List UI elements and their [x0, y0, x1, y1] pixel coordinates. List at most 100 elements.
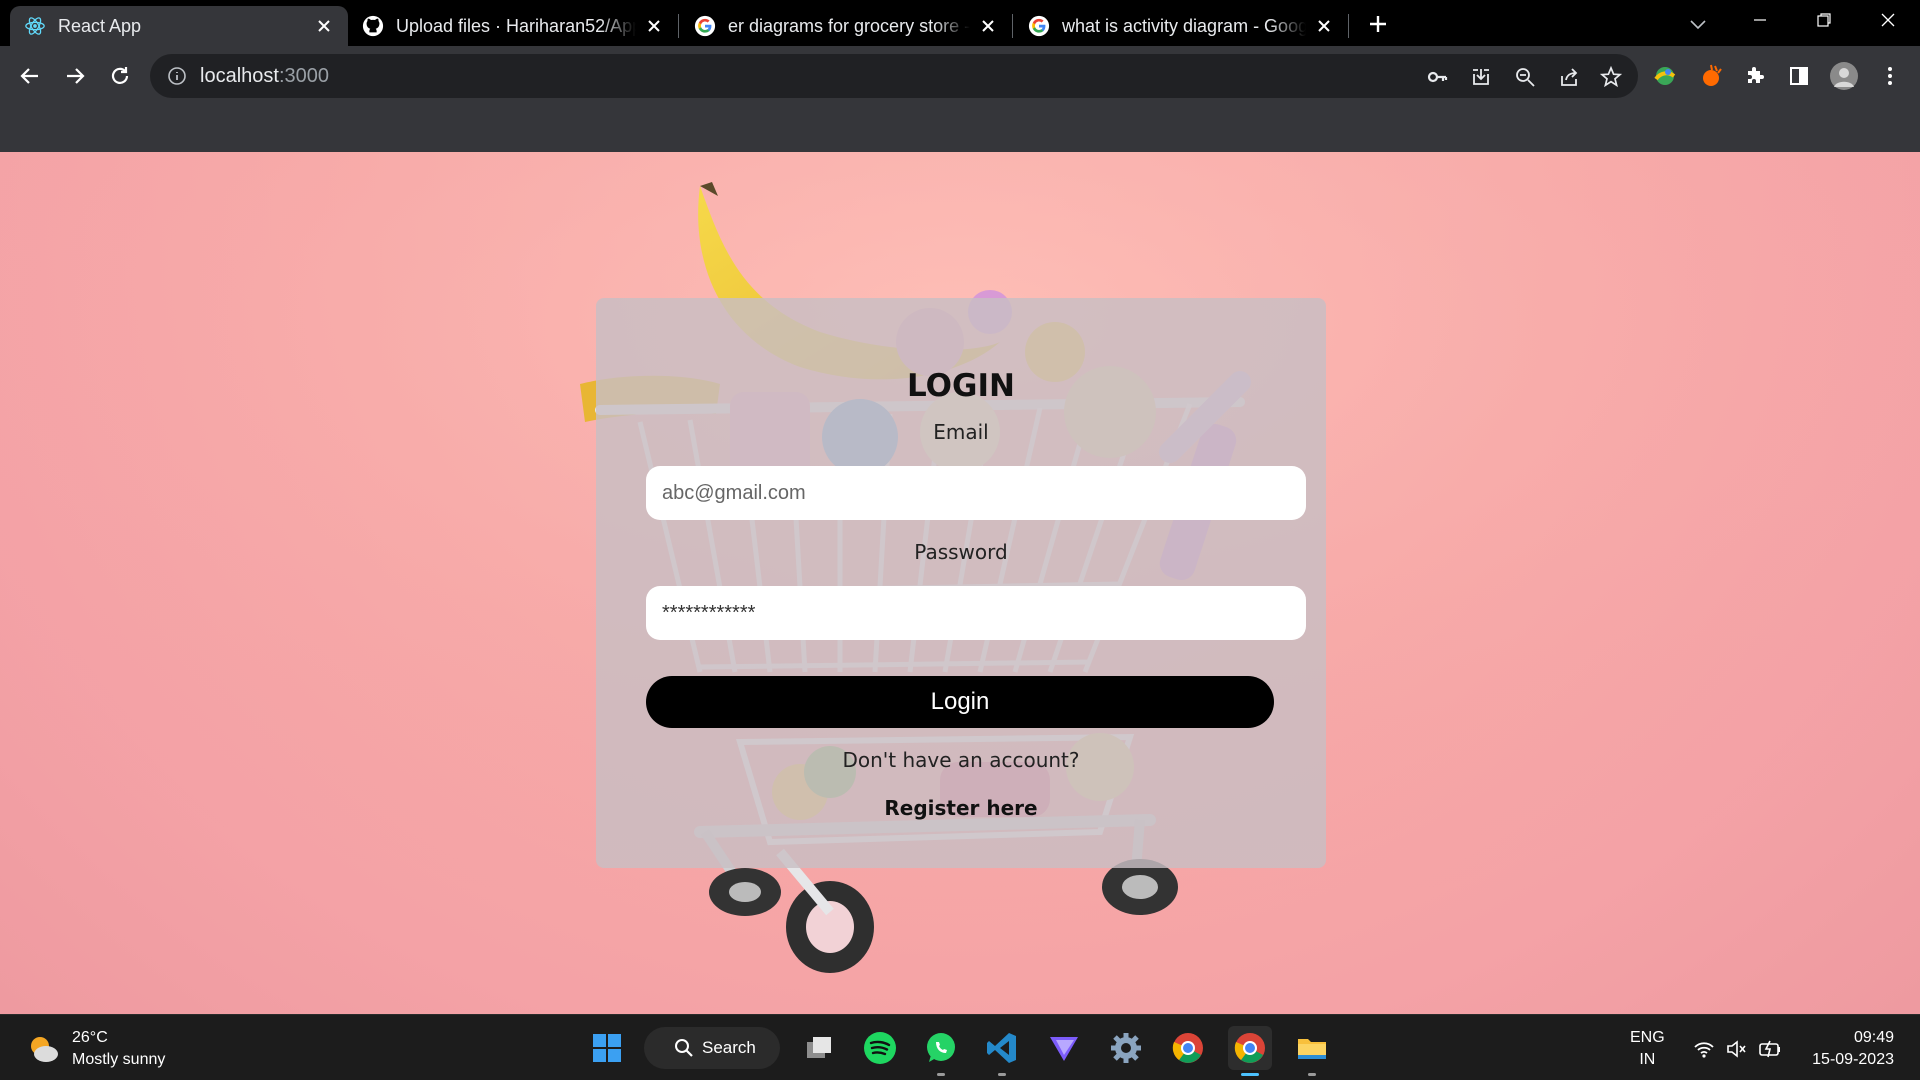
register-link[interactable]: Register here: [596, 796, 1326, 820]
weather-widget[interactable]: 26°C Mostly sunny: [26, 1027, 165, 1071]
reload-icon: [111, 67, 129, 84]
tab-er-diagrams[interactable]: er diagrams for grocery store - Google: [680, 6, 1012, 46]
windows-taskbar: 26°C Mostly sunny Search ENG IN 09:49 15…: [0, 1014, 1920, 1080]
tab-divider: [678, 14, 679, 38]
clock-date: 15-09-2023: [1812, 1051, 1894, 1068]
vscode-app[interactable]: [980, 1026, 1024, 1076]
weather-temperature: 26°C: [72, 1029, 108, 1046]
bookmark-star-icon[interactable]: [1596, 62, 1626, 92]
chrome-icon: [1234, 1033, 1265, 1063]
new-tab-button[interactable]: [1362, 8, 1394, 40]
running-indicator: [998, 1073, 1006, 1076]
wifi-icon[interactable]: [1692, 1037, 1716, 1061]
share-icon[interactable]: [1554, 62, 1584, 92]
no-account-text: Don't have an account?: [842, 748, 1080, 772]
chevron-down-icon: [1690, 20, 1706, 30]
back-button[interactable]: [12, 58, 48, 94]
active-indicator: [1241, 1073, 1259, 1076]
browser-toolbar: localhost:3000: [0, 46, 1920, 106]
language-code: ENG: [1630, 1029, 1665, 1046]
battery-charging-icon[interactable]: [1758, 1037, 1782, 1061]
react-icon: [24, 15, 46, 37]
chrome-app[interactable]: [1166, 1026, 1210, 1070]
running-indicator: [937, 1073, 945, 1076]
partly-sunny-icon: [31, 1037, 58, 1062]
forward-button[interactable]: [57, 58, 93, 94]
vpn-app[interactable]: [1042, 1026, 1086, 1070]
tab-title: er diagrams for grocery store - Google: [728, 15, 970, 36]
tab-divider: [1348, 14, 1349, 38]
email-input[interactable]: [646, 466, 1306, 520]
close-icon: [1881, 13, 1895, 27]
address-bar[interactable]: localhost:3000: [150, 54, 1638, 98]
site-info-icon[interactable]: [166, 65, 188, 87]
windows-logo-icon: [593, 1034, 621, 1062]
url-port: :3000: [278, 64, 329, 87]
tab-close-icon[interactable]: [978, 16, 998, 36]
weather-description: Mostly sunny: [72, 1051, 166, 1068]
plus-icon: [1370, 16, 1386, 32]
login-page: LOGIN Email Password Login Don't have an…: [0, 152, 1920, 1014]
taskbar-search[interactable]: Search: [644, 1027, 780, 1069]
reload-button[interactable]: [102, 58, 138, 94]
login-button[interactable]: Login: [646, 676, 1274, 728]
extension-orange-icon[interactable]: [1694, 58, 1730, 94]
running-indicator: [1308, 1073, 1316, 1076]
language-indicator[interactable]: ENG IN: [1630, 1027, 1665, 1071]
tab-divider: [1012, 14, 1013, 38]
vscode-icon: [987, 1033, 1016, 1063]
settings-app[interactable]: [1104, 1026, 1148, 1070]
clock-time: 09:49: [1853, 1029, 1894, 1046]
tab-close-icon[interactable]: [1314, 16, 1334, 36]
extension-colorful-icon[interactable]: [1647, 58, 1683, 94]
key-icon[interactable]: [1422, 62, 1452, 92]
folder-icon: [1298, 1039, 1326, 1059]
search-icon: [674, 1038, 694, 1058]
tab-react-app[interactable]: React App: [10, 6, 348, 46]
spotify-app[interactable]: [858, 1026, 902, 1070]
arrow-right-icon: [67, 68, 85, 84]
task-view-button[interactable]: [797, 1026, 841, 1070]
spotify-icon: [864, 1032, 896, 1064]
url-text: localhost:3000: [200, 65, 329, 88]
tab-close-icon[interactable]: [644, 16, 664, 36]
profile-avatar[interactable]: [1826, 58, 1862, 94]
gear-icon: [1111, 1033, 1141, 1063]
start-button[interactable]: [585, 1026, 629, 1070]
zoom-out-icon[interactable]: [1510, 62, 1540, 92]
login-card: LOGIN Email Password Login Don't have an…: [596, 298, 1326, 868]
tab-search-button[interactable]: [1682, 8, 1714, 40]
whatsapp-app[interactable]: [919, 1026, 963, 1076]
proton-vpn-icon: [1050, 1037, 1078, 1061]
url-host: localhost: [200, 64, 279, 87]
password-label: Password: [914, 540, 1008, 564]
task-view-icon: [807, 1037, 831, 1058]
whatsapp-icon: [927, 1033, 955, 1062]
menu-kebab-icon[interactable]: [1872, 58, 1908, 94]
email-label: Email: [933, 420, 989, 444]
google-icon: [1028, 15, 1050, 37]
close-window-button[interactable]: [1856, 0, 1920, 40]
install-app-icon[interactable]: [1466, 62, 1496, 92]
search-label: Search: [702, 1038, 756, 1057]
google-icon: [694, 15, 716, 37]
login-title: LOGIN: [907, 368, 1015, 404]
volume-muted-icon[interactable]: [1724, 1037, 1748, 1061]
extensions-puzzle-icon[interactable]: [1737, 58, 1773, 94]
tab-title: Upload files · Hariharan52/AppDev: [396, 15, 636, 36]
minimize-icon: [1754, 19, 1766, 21]
tab-activity-diagram[interactable]: what is activity diagram - Google Search: [1014, 6, 1348, 46]
arrow-left-icon: [20, 68, 38, 84]
file-explorer-app[interactable]: [1290, 1026, 1334, 1076]
tab-close-icon[interactable]: [314, 16, 334, 36]
browser-tab-strip: React App Upload files · Hariharan52/App…: [0, 0, 1920, 46]
restore-button[interactable]: [1792, 0, 1856, 40]
github-icon: [362, 15, 384, 37]
minimize-button[interactable]: [1728, 0, 1792, 40]
restore-icon: [1817, 13, 1831, 27]
side-panel-icon[interactable]: [1781, 58, 1817, 94]
tab-upload-files[interactable]: Upload files · Hariharan52/AppDev: [348, 6, 678, 46]
system-clock[interactable]: 09:49 15-09-2023: [1800, 1027, 1894, 1071]
password-input[interactable]: [646, 586, 1306, 640]
chrome-app-active[interactable]: [1228, 1026, 1272, 1076]
